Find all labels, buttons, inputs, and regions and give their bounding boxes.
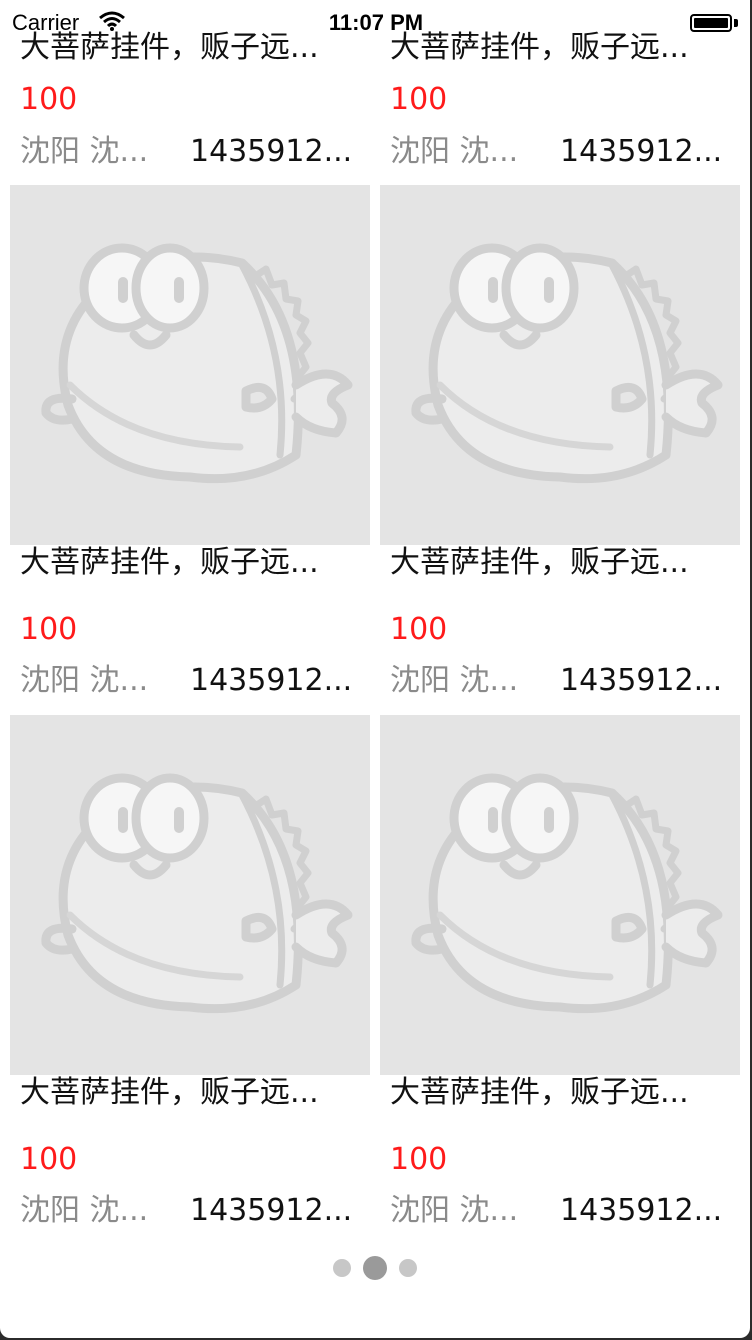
product-card[interactable]: 大菩萨挂件，贩子远... 100 沈阳 沈... 1435912... — [380, 715, 740, 1235]
product-location: 沈阳 沈... — [390, 134, 519, 169]
product-location: 沈阳 沈... — [20, 134, 149, 169]
product-price: 100 — [20, 1142, 78, 1177]
placeholder-fish-image — [380, 715, 740, 1075]
page-dot[interactable] — [333, 1259, 351, 1277]
product-location: 沈阳 沈... — [20, 663, 149, 698]
product-location: 沈阳 沈... — [390, 1193, 519, 1228]
product-price: 100 — [390, 612, 448, 647]
product-phone: 1435912... — [190, 663, 353, 698]
screen: Carrier 11:07 PM 大菩萨挂件，贩子远... 100 沈阳 沈..… — [0, 0, 750, 1338]
product-card[interactable]: 大菩萨挂件，贩子远... 100 沈阳 沈... 1435912... — [380, 185, 740, 705]
product-phone: 1435912... — [560, 663, 723, 698]
placeholder-fish-image — [380, 185, 740, 545]
placeholder-fish-image — [10, 715, 370, 1075]
product-title: 大菩萨挂件，贩子远... — [20, 1075, 319, 1110]
product-phone: 1435912... — [560, 1193, 723, 1228]
product-title: 大菩萨挂件，贩子远... — [390, 1075, 689, 1110]
status-bar: Carrier 11:07 PM — [0, 0, 750, 40]
product-card[interactable]: 大菩萨挂件，贩子远... 100 沈阳 沈... 1435912... — [10, 185, 370, 705]
product-location: 沈阳 沈... — [390, 663, 519, 698]
page-dot[interactable] — [399, 1259, 417, 1277]
product-price: 100 — [390, 1142, 448, 1177]
status-time: 11:07 PM — [328, 10, 424, 35]
product-title: 大菩萨挂件，贩子远... — [20, 545, 319, 580]
product-price: 100 — [20, 612, 78, 647]
product-location: 沈阳 沈... — [20, 1193, 149, 1228]
product-price: 100 — [390, 82, 448, 117]
product-card[interactable]: 大菩萨挂件，贩子远... 100 沈阳 沈... 1435912... — [10, 715, 370, 1235]
placeholder-fish-image — [10, 185, 370, 545]
battery-icon — [690, 14, 732, 32]
product-title: 大菩萨挂件，贩子远... — [390, 545, 689, 580]
product-phone: 1435912... — [190, 134, 353, 169]
product-phone: 1435912... — [560, 134, 723, 169]
page-indicator[interactable] — [0, 1256, 750, 1286]
page-dot-active[interactable] — [363, 1256, 387, 1280]
product-price: 100 — [20, 82, 78, 117]
product-phone: 1435912... — [190, 1193, 353, 1228]
